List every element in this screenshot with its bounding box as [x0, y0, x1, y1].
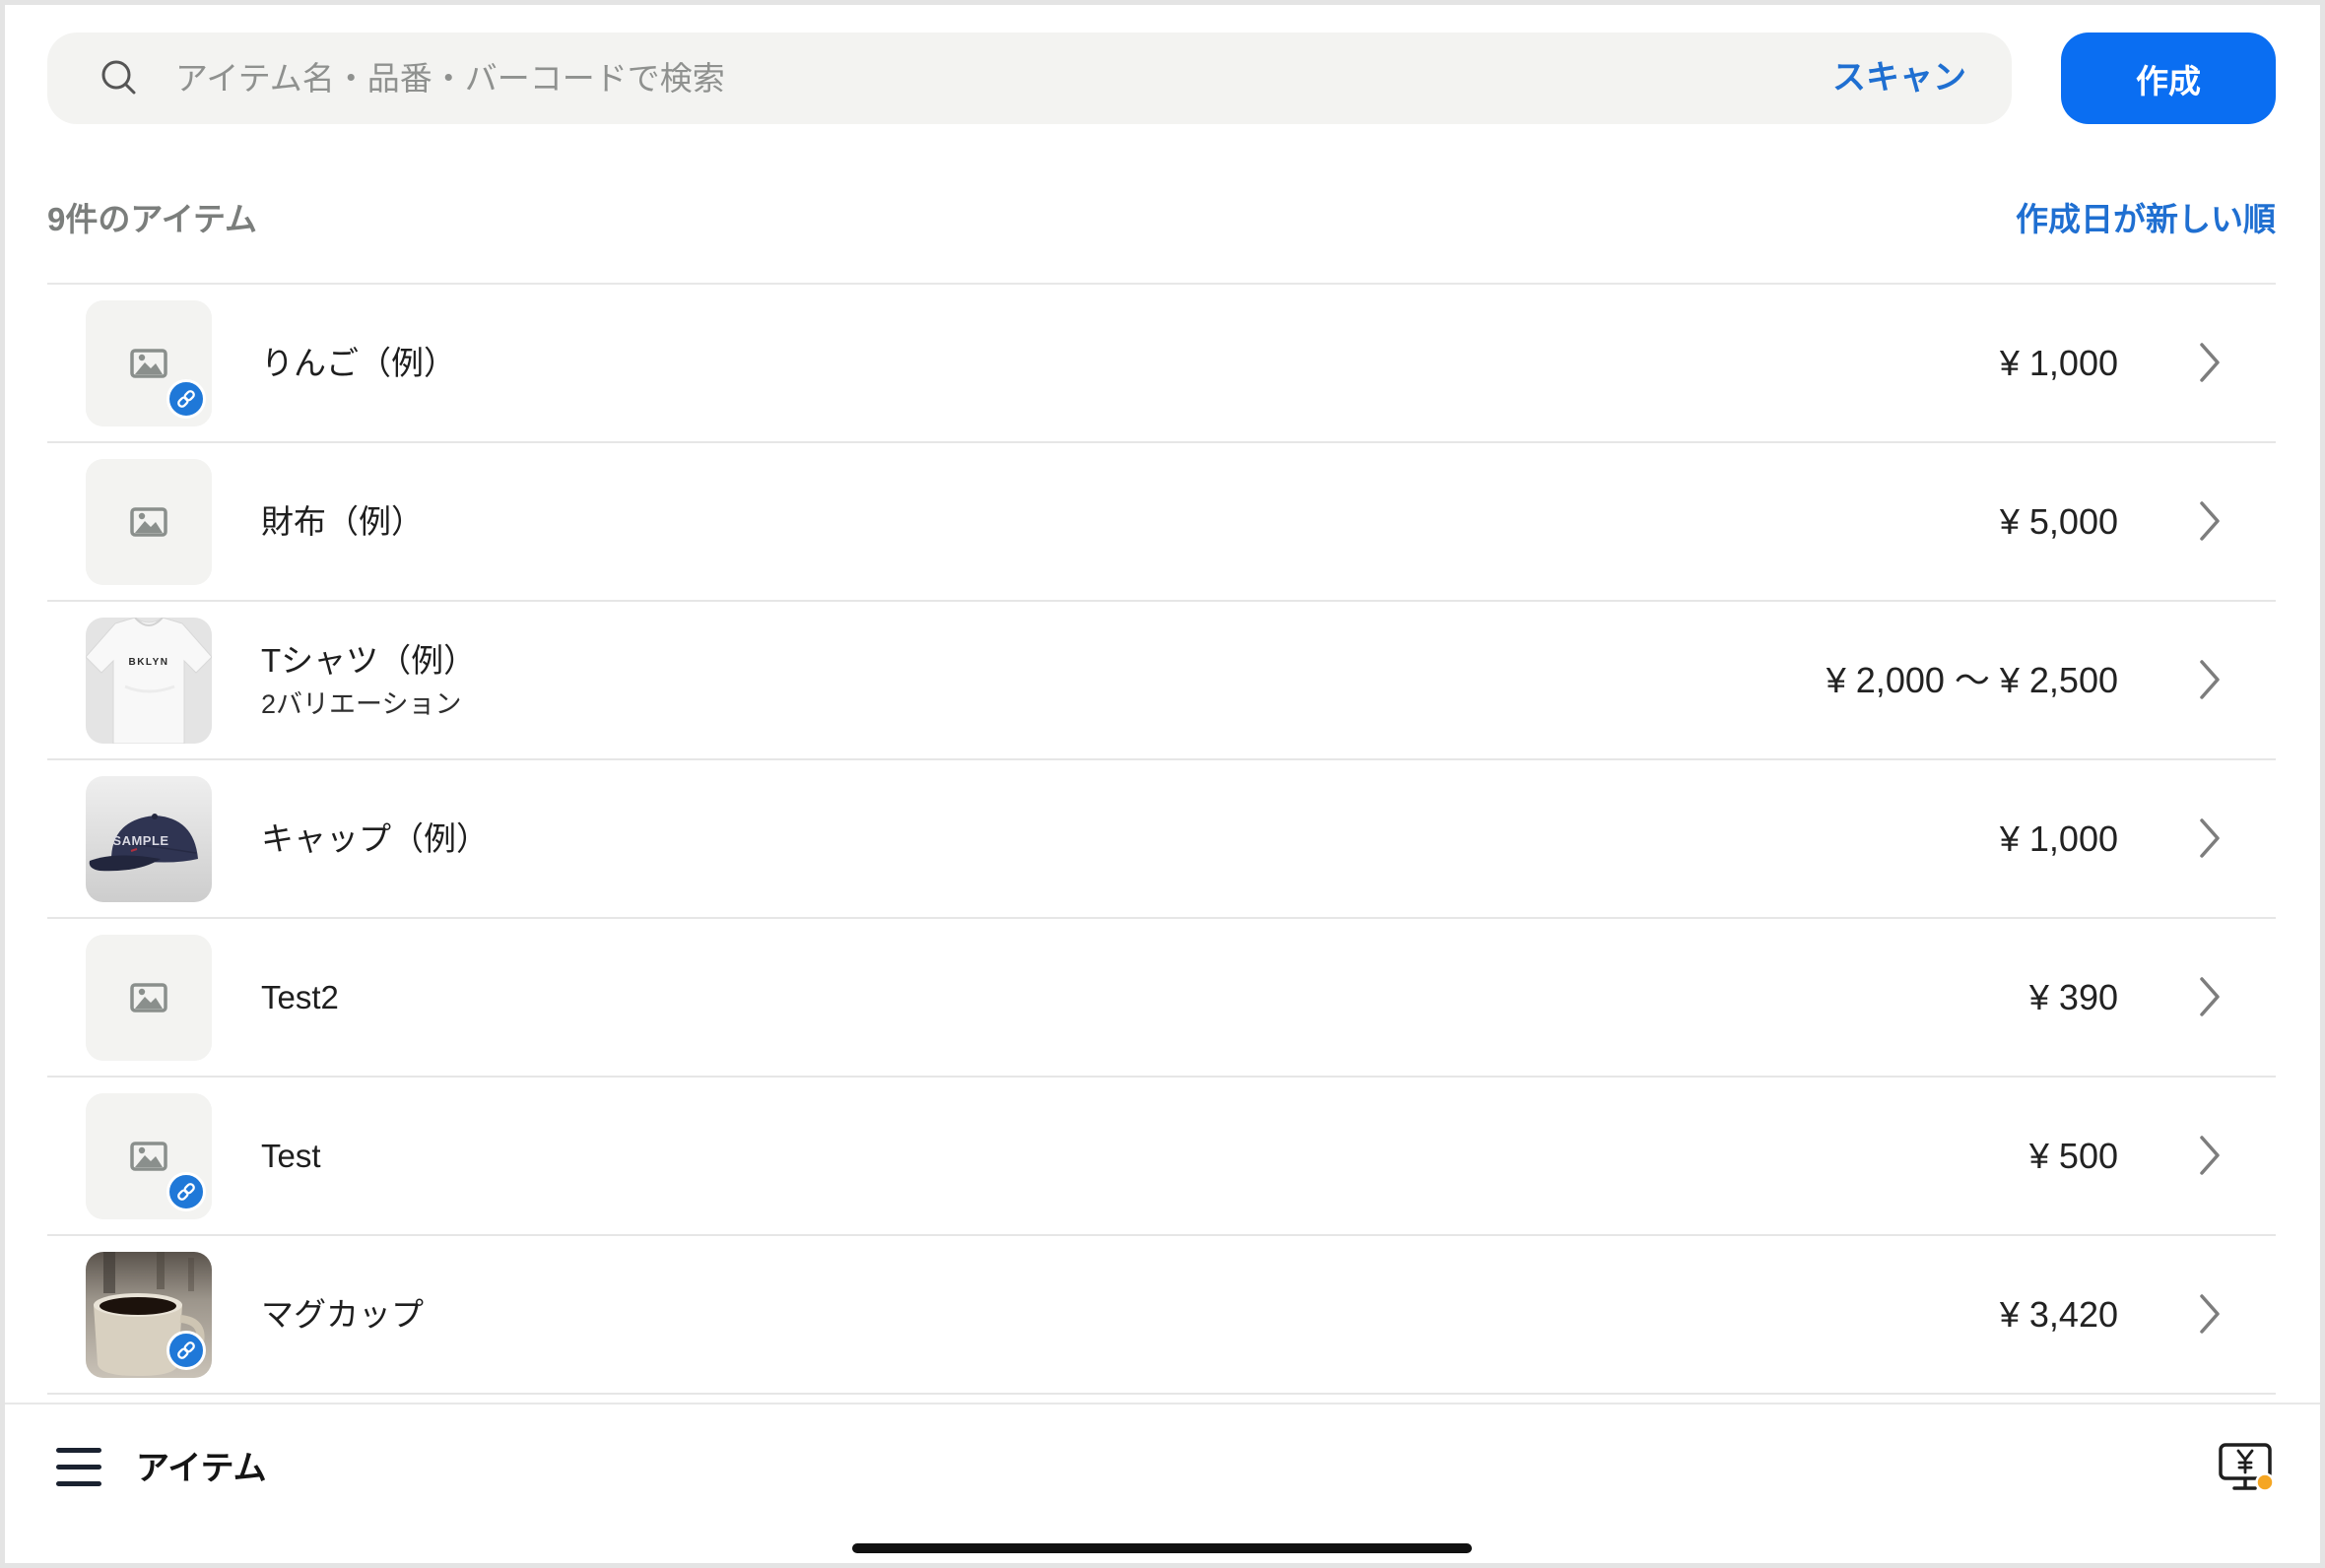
item-variation-count: 2バリエーション	[261, 688, 462, 719]
chevron-right-icon	[2200, 660, 2220, 699]
item-info: キャップ（例）	[261, 760, 489, 917]
list-item[interactable]: Test2 ¥ 390	[47, 919, 2276, 1078]
link-icon	[166, 1331, 206, 1370]
image-placeholder-icon	[86, 935, 212, 1061]
search-bar: スキャン	[47, 33, 2012, 124]
item-info: りんご（例）	[261, 285, 456, 441]
page-title: アイテム	[136, 1450, 267, 1487]
list-item[interactable]: りんご（例） ¥ 1,000	[47, 285, 2276, 443]
item-price: ¥ 1,000	[1999, 343, 2118, 383]
hamburger-menu-icon[interactable]	[56, 1446, 103, 1489]
item-price: ¥ 2,000 〜 ¥ 2,500	[1826, 660, 2118, 700]
chevron-right-icon	[2200, 977, 2220, 1016]
list-item[interactable]: Test ¥ 500	[47, 1078, 2276, 1236]
cap-print-text: SAMPLE	[112, 833, 168, 848]
list-item[interactable]: マグカップ ¥ 3,420	[47, 1236, 2276, 1395]
item-count-label: 9件のアイテム	[47, 201, 258, 237]
item-info: 財布（例）	[261, 443, 424, 600]
bottom-bar: アイテム	[5, 1403, 2320, 1563]
link-icon	[166, 1172, 206, 1211]
item-info: Tシャツ（例） 2バリエーション	[261, 602, 476, 758]
link-icon	[166, 379, 206, 419]
image-placeholder-icon	[86, 459, 212, 585]
search-icon	[101, 60, 136, 95]
scan-button[interactable]: スキャン	[1832, 33, 1966, 124]
item-thumbnail: BKLYN	[86, 618, 212, 744]
item-price: ¥ 3,420	[1999, 1294, 2118, 1335]
item-info: Test2	[261, 919, 339, 1076]
app-window: スキャン 作成 9件のアイテム 作成日が新しい順 りんご（例） ¥ 1,000	[0, 0, 2325, 1568]
item-price: ¥ 500	[2028, 1136, 2118, 1176]
sort-button[interactable]: 作成日が新しい順	[2016, 198, 2276, 241]
chevron-right-icon	[2200, 818, 2220, 858]
tshirt-photo: BKLYN	[86, 618, 212, 744]
search-input[interactable]	[175, 33, 1771, 124]
item-name: 財布（例）	[261, 502, 424, 540]
chevron-right-icon	[2200, 1136, 2220, 1175]
item-price: ¥ 390	[2028, 977, 2118, 1017]
item-name: マグカップ	[261, 1295, 424, 1333]
item-price: ¥ 1,000	[1999, 818, 2118, 859]
chevron-right-icon	[2200, 501, 2220, 541]
item-thumbnail	[86, 935, 212, 1061]
item-thumbnail: SAMPLE	[86, 776, 212, 902]
item-name: キャップ（例）	[261, 819, 489, 857]
cap-photo: SAMPLE	[86, 776, 212, 902]
item-name: Test2	[261, 978, 339, 1015]
item-price: ¥ 5,000	[1999, 501, 2118, 542]
item-info: マグカップ	[261, 1236, 424, 1393]
item-name: Tシャツ（例）	[261, 641, 477, 679]
list-item[interactable]: SAMPLE キャップ（例） ¥ 1,000	[47, 760, 2276, 919]
create-button[interactable]: 作成	[2061, 33, 2276, 124]
chevron-right-icon	[2200, 343, 2220, 382]
item-name: Test	[261, 1137, 321, 1174]
item-thumbnail	[86, 459, 212, 585]
item-list: りんご（例） ¥ 1,000 財布（例） ¥ 5,000 BKLYN Tシャツ（…	[47, 283, 2276, 1403]
item-name: りんご（例）	[261, 344, 456, 381]
chevron-right-icon	[2200, 1294, 2220, 1334]
tshirt-print-text: BKLYN	[128, 657, 168, 668]
item-info: Test	[261, 1078, 321, 1234]
list-item[interactable]: 財布（例） ¥ 5,000	[47, 443, 2276, 602]
home-indicator	[852, 1543, 1472, 1553]
register-monitor-icon[interactable]	[2218, 1442, 2277, 1495]
list-item[interactable]: BKLYN Tシャツ（例） 2バリエーション ¥ 2,000 〜 ¥ 2,500	[47, 602, 2276, 760]
